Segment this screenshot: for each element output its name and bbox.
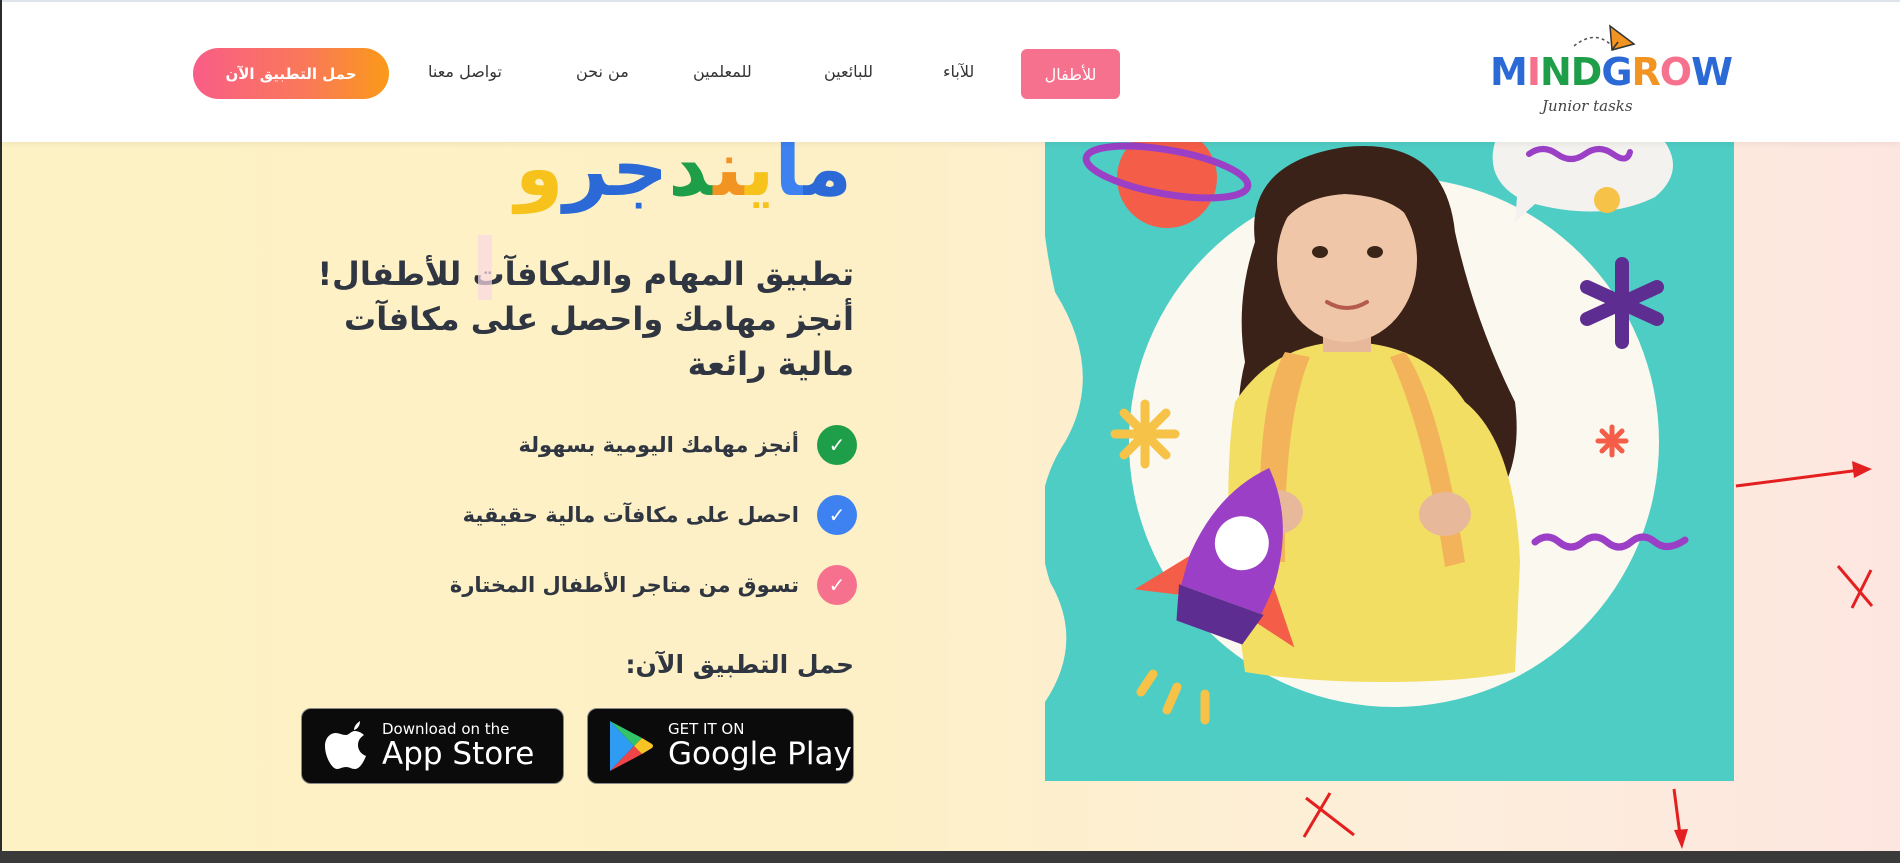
sparkle-icon <box>1110 399 1180 469</box>
hero-heading-line: مالية رائعة <box>687 345 854 383</box>
nav-contact[interactable]: تواصل معنا <box>428 62 502 81</box>
feature-text: احصل على مكافآت مالية حقيقية <box>462 503 799 527</box>
site-header: حمل التطبيق الآن تواصل معنا من نحن للمعل… <box>2 0 1900 142</box>
check-icon: ✓ <box>817 565 857 605</box>
nav-sellers[interactable]: للبائعين <box>824 62 873 81</box>
app-store-button[interactable]: Download on the App Store <box>301 708 564 784</box>
logo-wordmark: MINDGROW <box>1490 50 1733 94</box>
download-app-button[interactable]: حمل التطبيق الآن <box>193 48 389 99</box>
feature-text: تسوق من متاجر الأطفال المختارة <box>449 573 799 597</box>
nav-parents[interactable]: للآباء <box>943 62 974 81</box>
hero-illustration <box>1045 142 1734 781</box>
nav-about[interactable]: من نحن <box>576 62 629 81</box>
apple-icon <box>325 721 366 769</box>
google-play-icon <box>610 721 653 771</box>
text-cursor-highlight <box>478 235 492 300</box>
window-bottom-edge <box>0 851 1900 863</box>
hero-heading-line: أنجز مهامك واحصل على مكافآت <box>344 300 854 338</box>
feature-text: أنجز مهامك اليومية بسهولة <box>518 433 799 457</box>
nav-kids[interactable]: للأطفال <box>1021 49 1120 99</box>
page-background: حمل التطبيق الآن تواصل معنا من نحن للمعل… <box>2 0 1900 851</box>
google-play-big-label: Google Play <box>668 735 852 772</box>
download-label: حمل التطبيق الآن: <box>625 650 854 679</box>
feature-item: ✓ أنجز مهامك اليومية بسهولة <box>518 425 857 465</box>
hero-heading-line: تطبيق المهام والمكافآت للأطفال! <box>317 255 854 293</box>
hero-heading: تطبيق المهام والمكافآت للأطفال! أنجز مها… <box>252 252 854 387</box>
logo[interactable]: MINDGROW Junior tasks <box>1484 20 1733 124</box>
nav-teachers[interactable]: للمعلمين <box>693 62 752 81</box>
check-icon: ✓ <box>817 495 857 535</box>
feature-item: ✓ تسوق من متاجر الأطفال المختارة <box>450 565 857 605</box>
small-star-icon <box>1595 424 1629 458</box>
app-store-big-label: App Store <box>382 735 535 772</box>
google-play-button[interactable]: GET IT ON Google Play <box>587 708 854 784</box>
check-icon: ✓ <box>817 425 857 465</box>
feature-item: ✓ احصل على مكافآت مالية حقيقية <box>463 495 857 535</box>
logo-tagline: Junior tasks <box>1542 97 1633 115</box>
